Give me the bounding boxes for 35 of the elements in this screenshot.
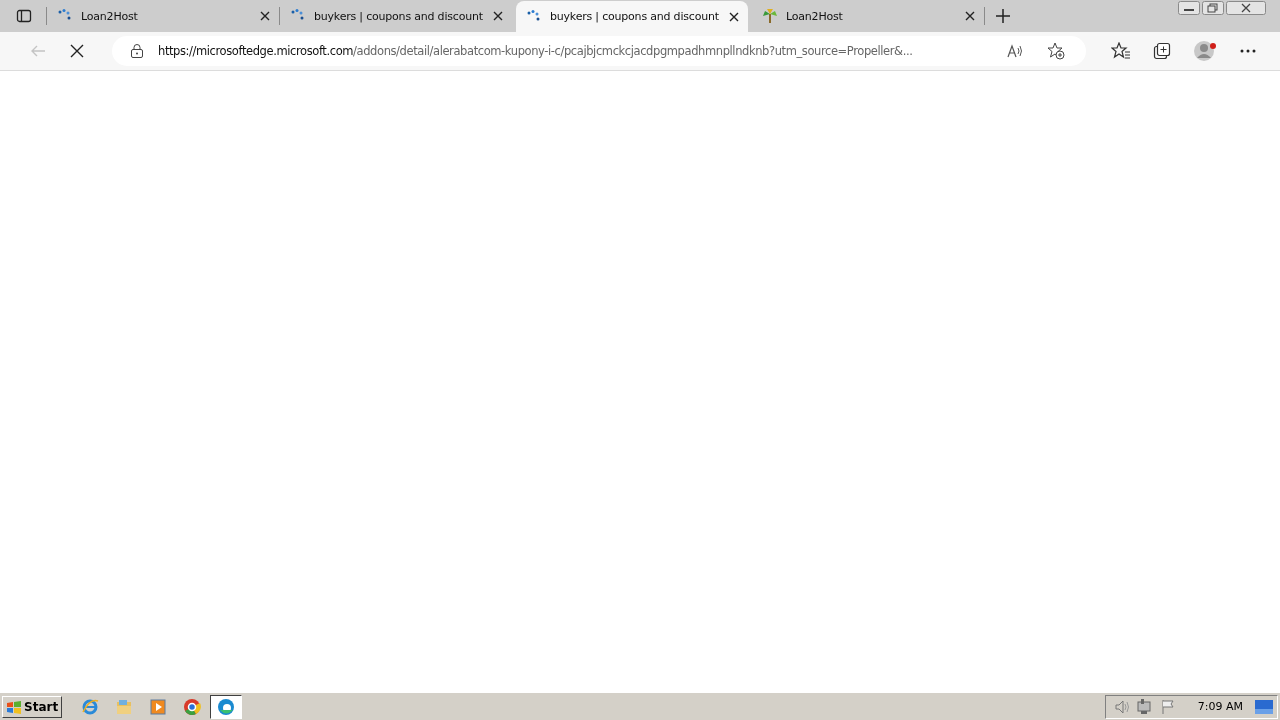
close-icon[interactable] — [259, 10, 271, 22]
show-desktop-icon[interactable] — [1255, 699, 1273, 714]
close-icon[interactable] — [728, 10, 740, 23]
lock-icon[interactable] — [130, 43, 144, 59]
palm-tree-icon[interactable] — [762, 8, 778, 24]
taskbar-app[interactable] — [210, 694, 243, 719]
browser-tab[interactable]: Loan2Host — [47, 0, 279, 32]
new-tab-icon[interactable] — [995, 8, 1011, 24]
network-icon[interactable] — [1135, 698, 1154, 715]
close-icon[interactable] — [964, 10, 976, 22]
browser-tab[interactable]: Loan2Host — [752, 0, 984, 32]
browser-tab[interactable]: buykers | coupons and discount — [516, 1, 748, 32]
browser-tab[interactable]: buykers | coupons and discount — [280, 0, 512, 32]
close-icon[interactable] — [492, 10, 504, 22]
collections-icon[interactable] — [1153, 42, 1171, 60]
add-favorite-icon[interactable] — [1047, 42, 1065, 60]
minimize-icon[interactable] — [1178, 1, 1200, 15]
profile-icon[interactable] — [1193, 40, 1217, 62]
sidebar-icon[interactable] — [16, 8, 32, 24]
edge-icon — [217, 697, 236, 716]
start-button[interactable]: Start — [2, 695, 63, 718]
stop-loading-icon[interactable] — [69, 43, 85, 59]
url-text: https://microsoftedge.microsoft.com/addons/detail/alerabatcom-kupony-i-c/pcajbjcmckcjacdpgmpadhmnpllndknb?utm_source=Propeller&... — [158, 44, 914, 58]
internet-explorer-icon — [81, 697, 100, 716]
read-aloud-icon[interactable] — [1007, 43, 1025, 59]
media-player-icon — [149, 697, 168, 716]
close-icon[interactable] — [1226, 1, 1266, 15]
address-bar[interactable]: https://microsoftedge.microsoft.com/addons/detail/alerabatcom-kupony-i-c/pcajbjcmckcjacdpgmpadhmnpllndknb?utm_source=Propeller&... — [112, 36, 1086, 66]
clock-text: 7:09 AM — [1197, 700, 1243, 713]
more-icon[interactable] — [1239, 48, 1257, 54]
chrome-icon — [183, 697, 202, 716]
favorites-icon[interactable] — [1111, 42, 1131, 60]
windows-logo-icon[interactable] — [6, 699, 22, 714]
folder-icon — [115, 697, 134, 716]
restore-icon[interactable] — [1202, 1, 1224, 15]
